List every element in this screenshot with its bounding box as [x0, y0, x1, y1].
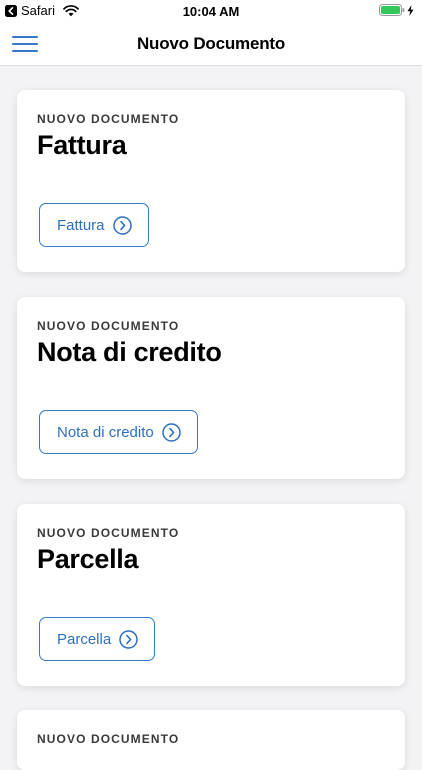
- document-card-fattura: NUOVO DOCUMENTO Fattura Fattura: [17, 90, 405, 272]
- card-title: Nota di credito: [37, 337, 222, 367]
- card-eyebrow: NUOVO DOCUMENTO: [37, 319, 180, 333]
- card-title: Fattura: [37, 130, 127, 160]
- status-time: 10:04 AM: [182, 4, 240, 19]
- button-label: Fattura: [57, 216, 105, 234]
- document-card-nota-di-credito: NUOVO DOCUMENTO Nota di credito Nota di …: [17, 297, 405, 479]
- card-eyebrow: NUOVO DOCUMENTO: [37, 112, 180, 126]
- chevron-right-circle-icon: [119, 629, 138, 649]
- button-label: Parcella: [57, 630, 112, 648]
- chevron-right-circle-icon: [161, 422, 181, 442]
- status-right: [379, 4, 414, 16]
- charging-bolt-icon: [407, 4, 414, 16]
- new-parcella-button[interactable]: Parcella: [39, 617, 156, 661]
- navigation-bar: Nuovo Documento: [0, 22, 422, 66]
- document-card-parcella: NUOVO DOCUMENTO Parcella Parcella: [17, 504, 405, 686]
- card-title: Parcella: [37, 544, 139, 574]
- page-title: Nuovo Documento: [136, 34, 286, 53]
- new-nota-di-credito-button[interactable]: Nota di credito: [39, 410, 198, 454]
- document-card-partial: NUOVO DOCUMENTO: [17, 710, 405, 770]
- card-eyebrow: NUOVO DOCUMENTO: [37, 526, 180, 540]
- new-fattura-button[interactable]: Fattura: [39, 203, 149, 247]
- card-eyebrow: NUOVO DOCUMENTO: [37, 732, 180, 746]
- battery-icon: [379, 4, 405, 16]
- button-label: Nota di credito: [57, 423, 154, 441]
- status-bar: Safari 10:04 AM: [0, 0, 422, 22]
- chevron-right-circle-icon: [112, 215, 132, 235]
